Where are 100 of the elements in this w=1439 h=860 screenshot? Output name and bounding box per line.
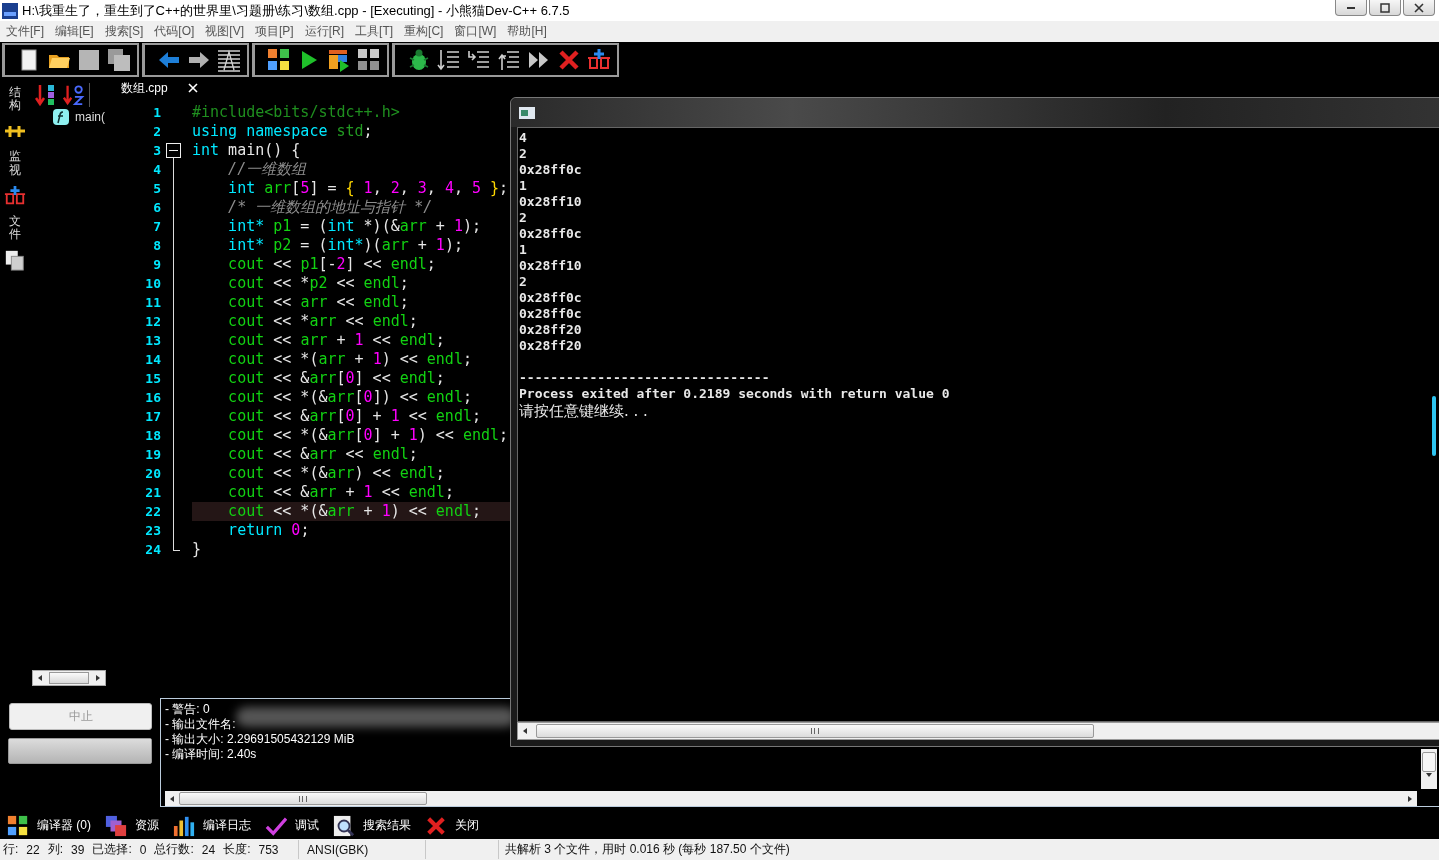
step-into-icon[interactable] [437, 48, 461, 72]
code-line: int arr[5] = { 1, 2, 3, 4, 5 }; [227, 179, 509, 198]
code-line: //一维数组 [227, 160, 307, 179]
code-line: int* p1 = (int *)(&arr + 1); [227, 217, 481, 236]
menu-item[interactable]: 文件[F] [6, 23, 44, 40]
maximize-icon [1380, 2, 1390, 13]
step-out-icon[interactable] [497, 48, 521, 72]
scroll-left-icon[interactable] [37, 675, 43, 681]
code-line: cout << p1[-2] << endl; [227, 255, 436, 274]
glasses-icon[interactable] [4, 184, 26, 207]
line-number: 7 [152, 219, 161, 234]
console-icon [519, 106, 535, 119]
line-number: 16 [144, 390, 161, 405]
scroll-right-icon[interactable] [95, 675, 101, 681]
exit-message: Process exited after 0.2189 seconds with return value 0 [519, 386, 951, 402]
code-line: } [192, 540, 202, 559]
console-output-line: 0x28ff0c [519, 290, 583, 306]
close-button[interactable] [1403, 0, 1435, 16]
log-line: - 编译时间: 2.40s [165, 747, 257, 762]
scroll-left-icon[interactable] [169, 795, 175, 802]
horizontal-scrollbar[interactable] [165, 791, 1417, 806]
class-browser-item[interactable]: main( [75, 110, 105, 124]
panel-tab[interactable]: 编译日志 [203, 817, 251, 834]
line-number: 18 [144, 428, 161, 443]
file-tab[interactable]: 数组.cpp [121, 79, 168, 97]
panel-tab[interactable]: 搜索结果 [363, 817, 411, 834]
minimize-icon [1347, 6, 1355, 9]
code-line: cout << *p2 << endl; [227, 274, 409, 293]
menu-item[interactable]: 视图[V] [205, 23, 245, 40]
maximize-button[interactable] [1369, 0, 1401, 16]
line-number: 5 [152, 181, 161, 196]
horizontal-scrollbar[interactable] [517, 722, 1439, 740]
menu-item[interactable]: 重构[C] [404, 23, 444, 40]
fold-toggle[interactable] [166, 143, 181, 158]
code-line: cout << &arr[0] << endl; [227, 369, 445, 388]
line-number: 23 [144, 523, 161, 538]
console-output-line: 0x28ff0c [519, 162, 583, 178]
compile-icon[interactable] [267, 48, 291, 72]
close-icon[interactable] [187, 83, 198, 93]
bar-chart-icon[interactable] [173, 814, 195, 837]
line-number: 3 [152, 143, 161, 158]
copy-icon[interactable] [4, 249, 26, 272]
side-tab[interactable]: 监视 [9, 150, 21, 177]
code-line: cout << &arr << endl; [227, 445, 418, 464]
continue-prompt: 请按任意键继续. . . [519, 402, 649, 420]
code-line: cout << *(&arr[0] + 1) << endl; [227, 426, 509, 445]
menu-item[interactable]: 运行[R] [304, 23, 345, 40]
vertical-scrollbar[interactable] [1421, 749, 1437, 789]
line-number: 15 [144, 371, 161, 386]
log-line: - 警告: 0 [165, 702, 210, 717]
format-icon[interactable] [217, 48, 241, 72]
line-number: 12 [144, 314, 161, 329]
console-output-line: 0x28ff10 [519, 194, 583, 210]
menu-item[interactable]: 帮助[H] [507, 23, 547, 40]
status-label: 列: [47, 841, 64, 858]
menu-item[interactable]: 代码[O] [154, 23, 195, 40]
panel-tab[interactable]: 编译器 (0) [37, 817, 91, 834]
compiler-icon[interactable] [7, 814, 29, 837]
line-number: 19 [144, 447, 161, 462]
scroll-right-icon[interactable] [1407, 795, 1413, 802]
side-tab[interactable]: 结构 [9, 86, 21, 113]
code-line: cout << arr << endl; [227, 293, 409, 312]
compile-run-icon[interactable] [327, 48, 351, 72]
search-icon[interactable] [333, 814, 355, 837]
save-all-icon[interactable] [107, 48, 131, 72]
minimize-button[interactable] [1335, 0, 1367, 16]
stop-icon[interactable] [557, 48, 581, 72]
line-number: 9 [152, 257, 161, 272]
code-line: /* 一维数组的地址与指针 */ [227, 198, 433, 217]
sort-by-type-icon[interactable] [35, 83, 57, 107]
menu-item[interactable]: 窗口[W] [454, 23, 497, 40]
menu-item[interactable]: 项目[P] [255, 23, 294, 40]
console-output-line: 0x28ff10 [519, 258, 583, 274]
sort-alphabetically-icon[interactable] [63, 83, 90, 107]
horizontal-scrollbar[interactable] [32, 670, 106, 686]
console-output-line: 2 [519, 210, 528, 226]
code-line: cout << *arr << endl; [227, 312, 418, 331]
panel-tab[interactable]: 关闭 [455, 817, 479, 834]
menu-item[interactable]: 工具[T] [355, 23, 394, 40]
panel-tab[interactable]: 资源 [135, 817, 159, 834]
console-output-line: 1 [519, 178, 528, 194]
status-label: 行: [3, 841, 19, 858]
glasses-icon[interactable] [587, 48, 611, 72]
scroll-left-icon[interactable] [522, 728, 528, 734]
console-output-line: 2 [519, 146, 528, 162]
code-line: cout << &arr[0] + 1 << endl; [227, 407, 481, 426]
scrollbar-thumb[interactable] [1432, 396, 1436, 456]
code-line: using namespace std; [192, 122, 373, 141]
code-line: cout << *(&arr[0]) << endl; [227, 388, 472, 407]
bug-icon[interactable] [407, 48, 431, 72]
menu-item[interactable]: 搜索[S] [104, 23, 144, 40]
panel-tab[interactable]: 调试 [295, 817, 319, 834]
rebuild-icon[interactable] [357, 48, 381, 72]
resources-icon[interactable] [105, 814, 127, 837]
side-tab[interactable]: 文件 [9, 214, 21, 242]
app-icon [2, 2, 18, 19]
save-icon[interactable] [77, 48, 101, 72]
status-label: 长度: [223, 841, 251, 858]
menu-item[interactable]: 编辑[E] [55, 23, 94, 40]
line-number: 14 [144, 352, 161, 367]
